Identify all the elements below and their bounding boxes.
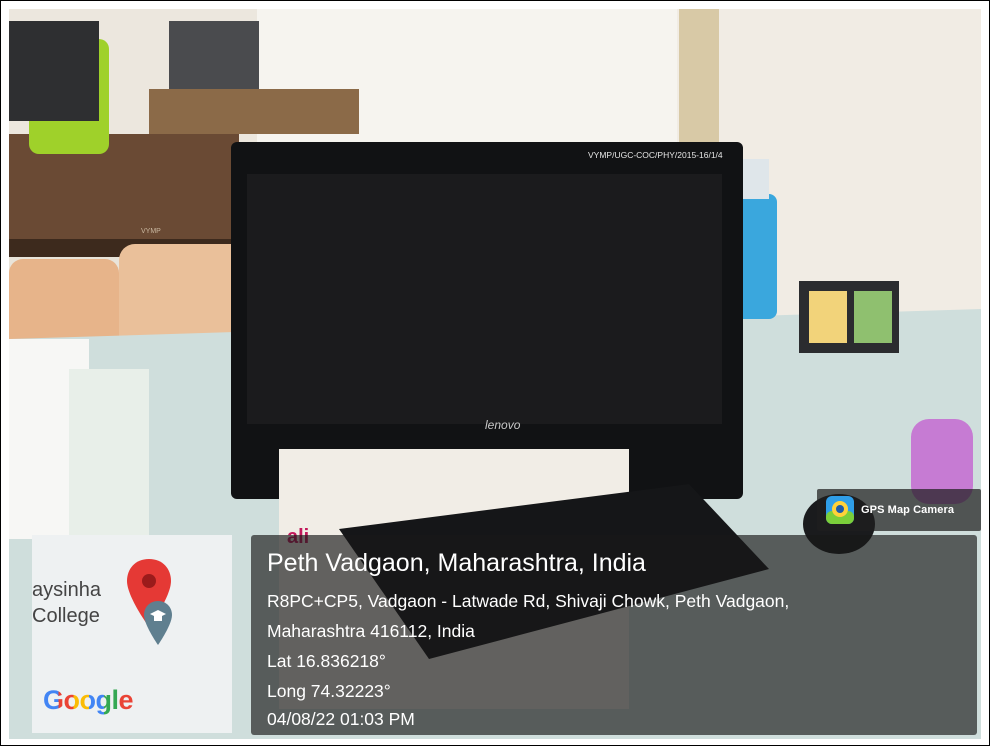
map-place-label-line2: College: [32, 605, 100, 627]
google-logo: Google: [43, 685, 134, 716]
table-label: VYMP: [141, 228, 161, 235]
gps-app-badge: GPS Map Camera: [817, 489, 981, 531]
photo-frame: VYMP VYMP/UGC-COC/PHY/2015-16/1/4 lenovo…: [0, 0, 990, 746]
pen-stand-label: [809, 291, 847, 343]
map-thumbnail: aysinha College Google: [32, 535, 232, 733]
monitor-screen: [247, 174, 722, 424]
map-place-label-line1: aysinha: [32, 579, 101, 601]
gps-camera-app-icon: [826, 496, 854, 524]
latitude: Lat 16.836218°: [267, 651, 386, 671]
location-info-panel: Peth Vadgaon, Maharashtra, India R8PC+CP…: [251, 535, 977, 735]
monitor-brand: lenovo: [485, 418, 521, 432]
gps-app-name: GPS Map Camera: [861, 504, 955, 516]
address-line-2: Maharashtra 416112, India: [267, 621, 475, 641]
spray-nozzle: [743, 159, 769, 199]
back-desk: [149, 89, 359, 134]
google-logo-text: Google: [43, 685, 134, 715]
scene-photo: VYMP VYMP/UGC-COC/PHY/2015-16/1/4 lenovo…: [9, 9, 981, 739]
left-monitor: [9, 21, 99, 121]
paper-stack-2: [69, 369, 149, 539]
address-line-1: R8PC+CP5, Vadgaon - Latwade Rd, Shivaji …: [267, 591, 790, 611]
location-title: Peth Vadgaon, Maharashtra, India: [267, 549, 646, 577]
pen-stand-label-2: [854, 291, 892, 343]
graduation-cap-icon: [144, 601, 172, 645]
longitude: Long 74.32223°: [267, 681, 391, 701]
monitor-label: VYMP/UGC-COC/PHY/2015-16/1/4: [588, 150, 723, 160]
date-time: 04/08/22 01:03 PM: [267, 709, 415, 729]
